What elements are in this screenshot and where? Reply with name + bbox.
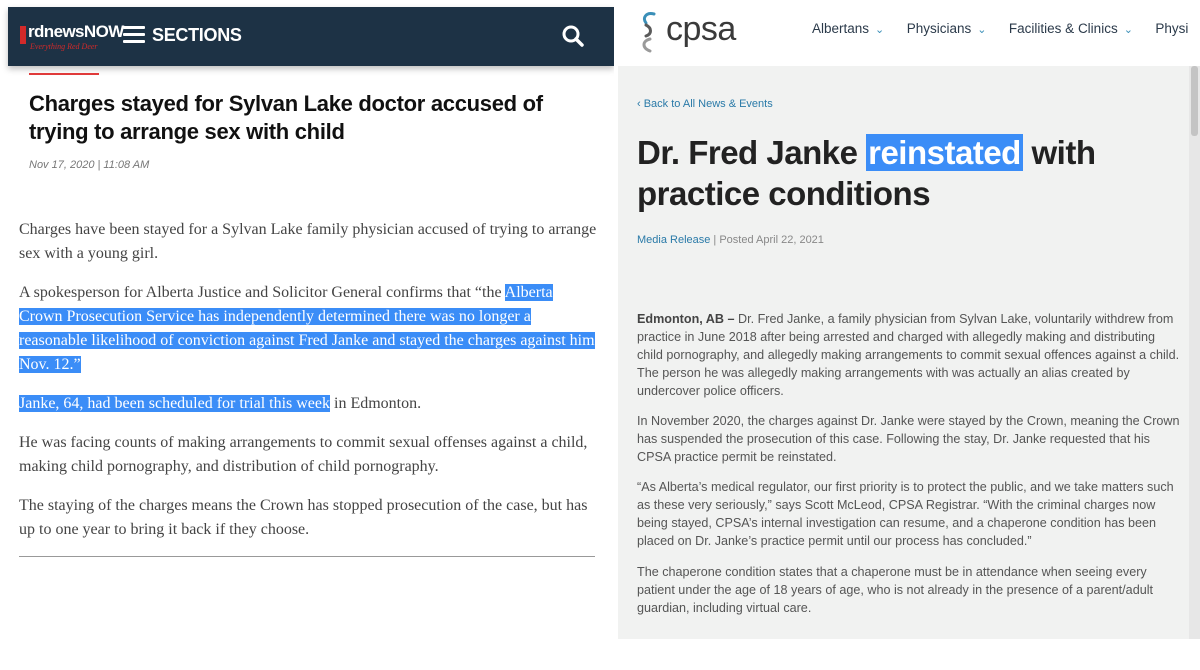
article-divider [19, 556, 595, 557]
category-link[interactable]: Media Release [637, 234, 710, 246]
sections-button[interactable]: SECTIONS [152, 25, 242, 46]
dateline: Edmonton, AB – [637, 312, 735, 326]
scrollbar-thumb[interactable] [1191, 66, 1198, 136]
cpsa-news-panel: cpsa Albertans ⌄ Physicians ⌄ Facilities &… [614, 0, 1200, 670]
article-paragraph: Charges have been stayed for a Sylvan La… [19, 221, 597, 262]
nav-label: Albertans [812, 21, 870, 36]
news-meta: Media Release | Posted April 22, 2021 [637, 234, 824, 246]
scrollbar-track[interactable] [1189, 66, 1200, 639]
chevron-down-icon: ⌄ [977, 24, 987, 36]
article-title: Charges stayed for Sylvan Lake doctor ac… [29, 91, 543, 144]
back-to-news-link[interactable]: ‹ Back to All News & Events [637, 98, 773, 110]
logo-red-bar [20, 26, 26, 44]
highlighted-text: reinstated [866, 134, 1023, 171]
cpsa-logo[interactable]: cpsa [636, 8, 776, 56]
posted-date: | Posted April 22, 2021 [710, 234, 824, 246]
nav-item-facilities-clinics[interactable]: Facilities & Clinics ⌄ [1009, 21, 1133, 36]
main-nav: Albertans ⌄ Physicians ⌄ Facilities & Clin… [812, 20, 1200, 38]
news-paragraph: Edmonton, AB – Dr. Fred Janke, a family … [637, 310, 1182, 400]
site-header: rdnewsNOW Everything Red Deer SECTIONS [8, 7, 614, 66]
title-accent-line [29, 73, 99, 75]
paragraph-text: A spokesperson for Alberta Justice and S… [19, 284, 505, 301]
article-paragraph: Janke, 64, had been scheduled for trial … [19, 392, 599, 416]
logo-tagline: Everything Red Deer [30, 42, 98, 51]
nav-item-albertans[interactable]: Albertans ⌄ [812, 21, 884, 36]
rdnews-article-panel: rdnewsNOW Everything Red Deer SECTIONS C… [0, 0, 614, 670]
cpsa-logo-mark-icon [642, 12, 656, 53]
news-content-area: ‹ Back to All News & Events Dr. Fred Jan… [618, 66, 1200, 639]
menu-icon[interactable] [123, 26, 145, 44]
article-paragraph: A spokesperson for Alberta Justice and S… [19, 281, 599, 377]
logo-name: rdnewsNOW [28, 22, 124, 41]
news-paragraph: “As Alberta’s medical regulator, our fir… [637, 480, 1174, 548]
nav-item-physicians[interactable]: Physicians ⌄ [907, 21, 987, 36]
article-paragraph: He was facing counts of making arrangeme… [19, 434, 588, 475]
title-text: Dr. Fred Janke [637, 134, 867, 171]
news-paragraph: In November 2020, the charges against Dr… [637, 414, 1180, 464]
nav-item-physi-truncated[interactable]: Physi [1155, 21, 1188, 36]
article-date: Nov 17, 2020 | 11:08 AM [29, 159, 150, 171]
news-title: Dr. Fred Janke reinstated with practice … [637, 132, 1157, 214]
paragraph-text: in Edmonton. [330, 395, 422, 412]
highlighted-text: Janke, 64, had been scheduled for trial … [19, 395, 331, 412]
nav-label: Facilities & Clinics [1008, 21, 1118, 36]
search-icon[interactable] [561, 24, 585, 48]
chevron-down-icon: ⌄ [1123, 24, 1133, 36]
news-paragraph: The chaperone condition states that a ch… [637, 565, 1153, 615]
rdnews-logo[interactable]: rdnewsNOW Everything Red Deer [20, 22, 124, 54]
chevron-down-icon: ⌄ [875, 24, 885, 36]
nav-label: Physi [1155, 21, 1189, 36]
article-paragraph: The staying of the charges means the Cro… [19, 497, 588, 538]
nav-label: Physicians [906, 21, 972, 36]
cpsa-logo-word: cpsa [666, 10, 736, 48]
